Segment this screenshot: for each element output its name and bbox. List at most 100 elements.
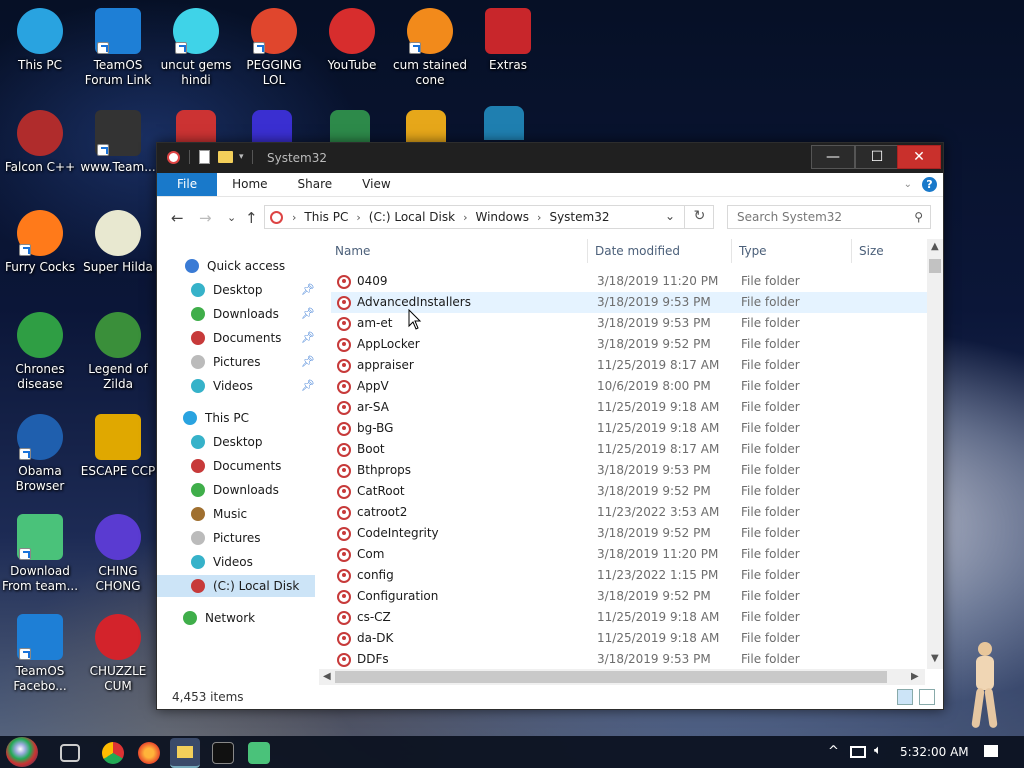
- table-row[interactable]: DDFs 3/18/2019 9:53 PM File folder: [331, 649, 927, 669]
- tab-view[interactable]: View: [347, 173, 405, 196]
- nav-quick-downloads[interactable]: Downloads: [191, 303, 279, 325]
- properties-icon[interactable]: [199, 150, 210, 164]
- close-button[interactable]: ✕: [897, 145, 941, 169]
- desktop-icon[interactable]: Legend of Zilda: [78, 312, 158, 392]
- address-dropdown-icon[interactable]: ⌄: [657, 205, 683, 229]
- csharp-icon[interactable]: [330, 110, 370, 144]
- nav-quick-videos[interactable]: Videos: [191, 375, 253, 397]
- tab-file[interactable]: File: [157, 173, 218, 196]
- desktop-icon[interactable]: This PC: [0, 8, 80, 73]
- desktop-icon[interactable]: CHUZZLE CUM: [78, 614, 158, 694]
- table-row[interactable]: appraiser 11/25/2019 8:17 AM File folder: [331, 355, 927, 376]
- address-bar[interactable]: › This PC › (C:) Local Disk › Windows › …: [264, 205, 714, 229]
- nav-this-pc[interactable]: This PC: [183, 407, 249, 429]
- up-button[interactable]: ↑: [245, 209, 258, 227]
- search-input[interactable]: Search System32 ⚲: [727, 205, 931, 229]
- breadcrumb-separator[interactable]: ›: [287, 211, 301, 224]
- breadcrumb-local-disk[interactable]: (C:) Local Disk: [366, 210, 458, 224]
- minimize-button[interactable]: —: [811, 145, 855, 169]
- table-row[interactable]: 0409 3/18/2019 11:20 PM File folder: [331, 271, 927, 292]
- orb-icon[interactable]: [252, 110, 292, 144]
- column-header-size[interactable]: Size: [855, 239, 925, 263]
- table-row[interactable]: ar-SA 11/25/2019 9:18 AM File folder: [331, 397, 927, 418]
- column-header-date-modified[interactable]: Date modified: [591, 239, 731, 263]
- nav-pc-desktop[interactable]: Desktop: [191, 431, 263, 453]
- desktop-icon[interactable]: ESCAPE CCP: [78, 414, 158, 479]
- nav-quick-access[interactable]: Quick access: [185, 255, 285, 277]
- chrome-taskbar-icon[interactable]: [102, 742, 124, 764]
- nav-local-disk[interactable]: (C:) Local Disk: [157, 575, 315, 597]
- task-view-icon[interactable]: [60, 744, 80, 762]
- nav-quick-documents[interactable]: Documents: [191, 327, 281, 349]
- desktop-icon[interactable]: Falcon C++: [0, 110, 80, 175]
- horizontal-scrollbar[interactable]: ◀ ▶: [319, 669, 925, 685]
- breadcrumb-this-pc[interactable]: This PC: [301, 210, 351, 224]
- action-center-icon[interactable]: [984, 745, 998, 757]
- vertical-scrollbar[interactable]: ▲ ▼: [927, 239, 943, 669]
- back-button[interactable]: ←: [171, 209, 184, 227]
- table-row[interactable]: config 11/23/2022 1:15 PM File folder: [331, 565, 927, 586]
- desktop-icon[interactable]: cum stained cone: [390, 8, 470, 88]
- expand-ribbon-icon[interactable]: ⌄: [904, 179, 912, 190]
- breadcrumb-system32[interactable]: System32: [546, 210, 612, 224]
- nav-network[interactable]: Network: [183, 607, 255, 629]
- column-header-type[interactable]: Type: [735, 239, 850, 263]
- desktop-icon[interactable]: CHING CHONG: [78, 514, 158, 594]
- nav-pc-downloads[interactable]: Downloads: [191, 479, 279, 501]
- volume-icon[interactable]: 🔈︎: [874, 743, 882, 758]
- table-row[interactable]: AppLocker 3/18/2019 9:52 PM File folder: [331, 334, 927, 355]
- horizontal-scroll-thumb[interactable]: [335, 671, 887, 683]
- help-button[interactable]: ?: [922, 177, 937, 192]
- table-row[interactable]: Boot 11/25/2019 8:17 AM File folder: [331, 439, 927, 460]
- hxd-icon[interactable]: [406, 110, 446, 144]
- recent-locations-button[interactable]: ⌄: [227, 211, 236, 224]
- vertical-scroll-thumb[interactable]: [929, 259, 941, 273]
- desktop-icon[interactable]: Super Hilda: [78, 210, 158, 275]
- notepad-taskbar-icon[interactable]: [248, 742, 270, 764]
- table-row[interactable]: CatRoot 3/18/2019 9:52 PM File folder: [331, 481, 927, 502]
- tray-chevron-icon[interactable]: ^: [828, 744, 839, 759]
- table-row[interactable]: Configuration 3/18/2019 9:52 PM File folde…: [331, 586, 927, 607]
- help-icon[interactable]: [176, 110, 216, 144]
- desktop-icon[interactable]: Obama Browser: [0, 414, 80, 494]
- desktop-icon[interactable]: Furry Cocks: [0, 210, 80, 275]
- snake-icon[interactable]: [484, 106, 524, 140]
- nav-pc-music[interactable]: Music: [191, 503, 247, 525]
- new-folder-icon[interactable]: [218, 151, 233, 163]
- nav-quick-desktop[interactable]: Desktop: [191, 279, 263, 301]
- customize-quick-access-icon[interactable]: ▾: [239, 152, 244, 162]
- table-row[interactable]: cs-CZ 11/25/2019 9:18 AM File folder: [331, 607, 927, 628]
- table-row[interactable]: Com 3/18/2019 11:20 PM File folder: [331, 544, 927, 565]
- breadcrumb-windows[interactable]: Windows: [472, 210, 532, 224]
- desktop-icon[interactable]: YouTube: [312, 8, 392, 73]
- tab-home[interactable]: Home: [217, 173, 282, 196]
- desktop-icon[interactable]: PEGGING LOL: [234, 8, 314, 88]
- table-row[interactable]: da-DK 11/25/2019 9:18 AM File folder: [331, 628, 927, 649]
- title-bar[interactable]: ▾ System32 — ☐ ✕: [157, 143, 943, 173]
- details-view-button[interactable]: [897, 689, 913, 705]
- maximize-button[interactable]: ☐: [855, 145, 899, 169]
- table-row[interactable]: Bthprops 3/18/2019 9:53 PM File folder: [331, 460, 927, 481]
- file-explorer-taskbar-icon[interactable]: [170, 738, 200, 768]
- firefox-taskbar-icon[interactable]: [138, 742, 160, 764]
- start-button[interactable]: [6, 737, 38, 767]
- nav-pc-videos[interactable]: Videos: [191, 551, 253, 573]
- nav-pc-documents[interactable]: Documents: [191, 455, 281, 477]
- desktop-icon[interactable]: TeamOS Facebo...: [0, 614, 80, 694]
- network-icon[interactable]: [850, 746, 866, 758]
- desktop-icon[interactable]: www.Team...: [78, 110, 158, 175]
- table-row[interactable]: CodeIntegrity 3/18/2019 9:52 PM File folde…: [331, 523, 927, 544]
- desktop-icon[interactable]: TeamOS Forum Link: [78, 8, 158, 88]
- table-row[interactable]: catroot2 11/23/2022 3:53 AM File folder: [331, 502, 927, 523]
- nav-pc-pictures[interactable]: Pictures: [191, 527, 261, 549]
- desktop-icon[interactable]: Download From team...: [0, 514, 80, 594]
- forward-button[interactable]: →: [199, 209, 212, 227]
- tab-share[interactable]: Share: [283, 173, 348, 196]
- table-row[interactable]: bg-BG 11/25/2019 9:18 AM File folder: [331, 418, 927, 439]
- refresh-button[interactable]: ↻: [684, 205, 714, 229]
- desktop-icon[interactable]: Chrones disease: [0, 312, 80, 392]
- nav-quick-pictures[interactable]: Pictures: [191, 351, 261, 373]
- desktop-icon[interactable]: uncut gems hindi: [156, 8, 236, 88]
- command-prompt-taskbar-icon[interactable]: [212, 742, 234, 764]
- taskbar-clock[interactable]: 5:32:00 AM: [900, 745, 969, 759]
